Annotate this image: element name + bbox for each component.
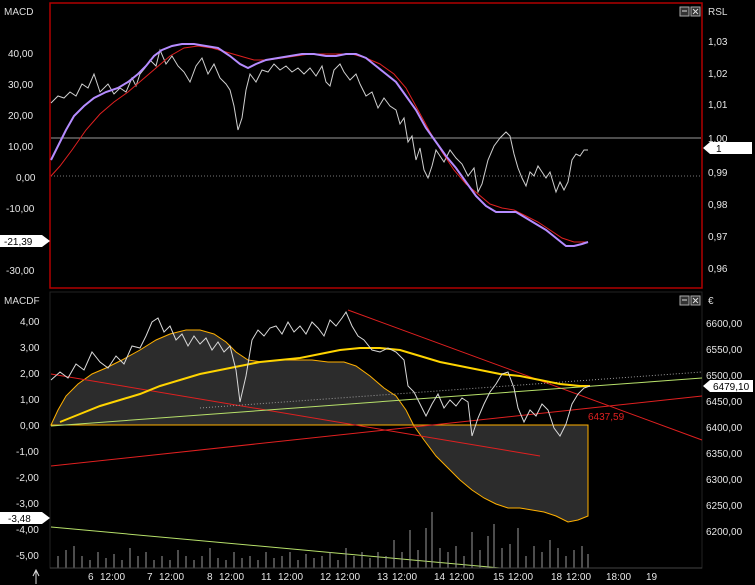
price-annotation: 6437,59 <box>588 412 625 423</box>
upper-left-tick: 40,00 <box>8 49 33 60</box>
lower-right-title: € <box>708 296 714 307</box>
upper-left-title: MACD <box>4 7 33 18</box>
upper-right-axis: 1,03 1,02 1,01 1,00 0,99 0,98 0,97 0,96 <box>708 37 728 275</box>
time-label: 12:00 <box>335 572 360 583</box>
lower-right-tick: 6600,00 <box>706 319 743 330</box>
lower-left-tick: 3,00 <box>20 343 40 354</box>
lower-right-tick: 6400,00 <box>706 423 743 434</box>
time-label: 12:00 <box>449 572 474 583</box>
lower-left-tick: -1,00 <box>16 447 39 458</box>
upper-right-tick: 0,99 <box>708 168 728 179</box>
lower-right-tick: 6300,00 <box>706 475 743 486</box>
lower-left-tick: -3,00 <box>16 499 39 510</box>
upper-right-tick: 0,96 <box>708 264 728 275</box>
lower-right-tick: 6250,00 <box>706 501 743 512</box>
time-label: 12:00 <box>508 572 533 583</box>
lower-left-axis: 4,00 3,00 2,00 1,00 0,00 -1,00 -2,00 -3,… <box>16 317 40 562</box>
lower-left-marker-text: -3,48 <box>8 514 31 525</box>
upper-left-tick: 30,00 <box>8 80 33 91</box>
time-label: 7 <box>147 572 153 583</box>
time-label: 18 <box>551 572 563 583</box>
time-label: 8 <box>207 572 213 583</box>
upper-left-marker-text: -21,39 <box>4 237 33 248</box>
lower-left-marker: -3,48 <box>0 512 50 525</box>
lower-right-tick: 6550,00 <box>706 345 743 356</box>
upper-right-title: RSL <box>708 7 728 18</box>
time-label: 15 <box>493 572 505 583</box>
lower-left-tick: 0,00 <box>20 421 40 432</box>
upper-left-tick: 20,00 <box>8 111 33 122</box>
upper-right-tick: 0,98 <box>708 200 728 211</box>
lower-left-tick: 2,00 <box>20 369 40 380</box>
lower-left-tick: -4,00 <box>16 525 39 536</box>
upper-right-tick: 1,03 <box>708 37 728 48</box>
upper-left-tick: 10,00 <box>8 142 33 153</box>
lower-left-tick: 1,00 <box>20 395 40 406</box>
time-label: 12:00 <box>159 572 184 583</box>
lower-left-title: MACDF <box>4 296 40 307</box>
upper-right-tick: 0,97 <box>708 232 728 243</box>
time-label: 14 <box>434 572 446 583</box>
time-label: 12:00 <box>219 572 244 583</box>
lower-right-tick: 6200,00 <box>706 527 743 538</box>
time-label: 18:00 <box>606 572 631 583</box>
upper-panel-frame <box>49 2 703 289</box>
time-label: 12:00 <box>392 572 417 583</box>
time-axis: 6 12:00 7 12:00 8 12:00 11 12:00 12 12:0… <box>50 567 702 583</box>
lower-right-marker: 6479,10 <box>703 380 753 393</box>
lower-right-marker-text: 6479,10 <box>713 382 750 393</box>
time-label: 6 <box>88 572 94 583</box>
upper-right-marker-text: 1 <box>716 144 722 155</box>
time-label: 11 <box>261 572 272 583</box>
chart-workspace[interactable]: MACD RSL MACDF € 40,00 30,00 20,00 10,00… <box>0 0 755 585</box>
time-label: 12 <box>320 572 332 583</box>
upper-left-tick: -10,00 <box>6 204 35 215</box>
time-label: 12:00 <box>100 572 125 583</box>
lower-left-tick: 4,00 <box>20 317 40 328</box>
upper-left-marker: -21,39 <box>0 235 50 248</box>
lower-left-tick: -5,00 <box>16 551 39 562</box>
upper-right-tick: 1,01 <box>708 100 728 111</box>
lower-panel-frame <box>49 291 703 569</box>
time-label: 12:00 <box>566 572 591 583</box>
time-label: 12:00 <box>278 572 303 583</box>
up-arrow-icon[interactable] <box>32 568 40 584</box>
lower-right-tick: 6450,00 <box>706 397 743 408</box>
lower-right-tick: 6350,00 <box>706 449 743 460</box>
upper-left-tick: 0,00 <box>16 173 36 184</box>
upper-left-tick: -30,00 <box>6 266 35 277</box>
lower-right-axis: 6600,00 6550,00 6500,00 6450,00 6400,00 … <box>706 319 743 538</box>
lower-left-tick: -2,00 <box>16 473 39 484</box>
time-label: 13 <box>377 572 389 583</box>
time-label: 19 <box>646 572 658 583</box>
upper-right-marker: 1 <box>703 142 752 155</box>
upper-right-tick: 1,02 <box>708 69 728 80</box>
